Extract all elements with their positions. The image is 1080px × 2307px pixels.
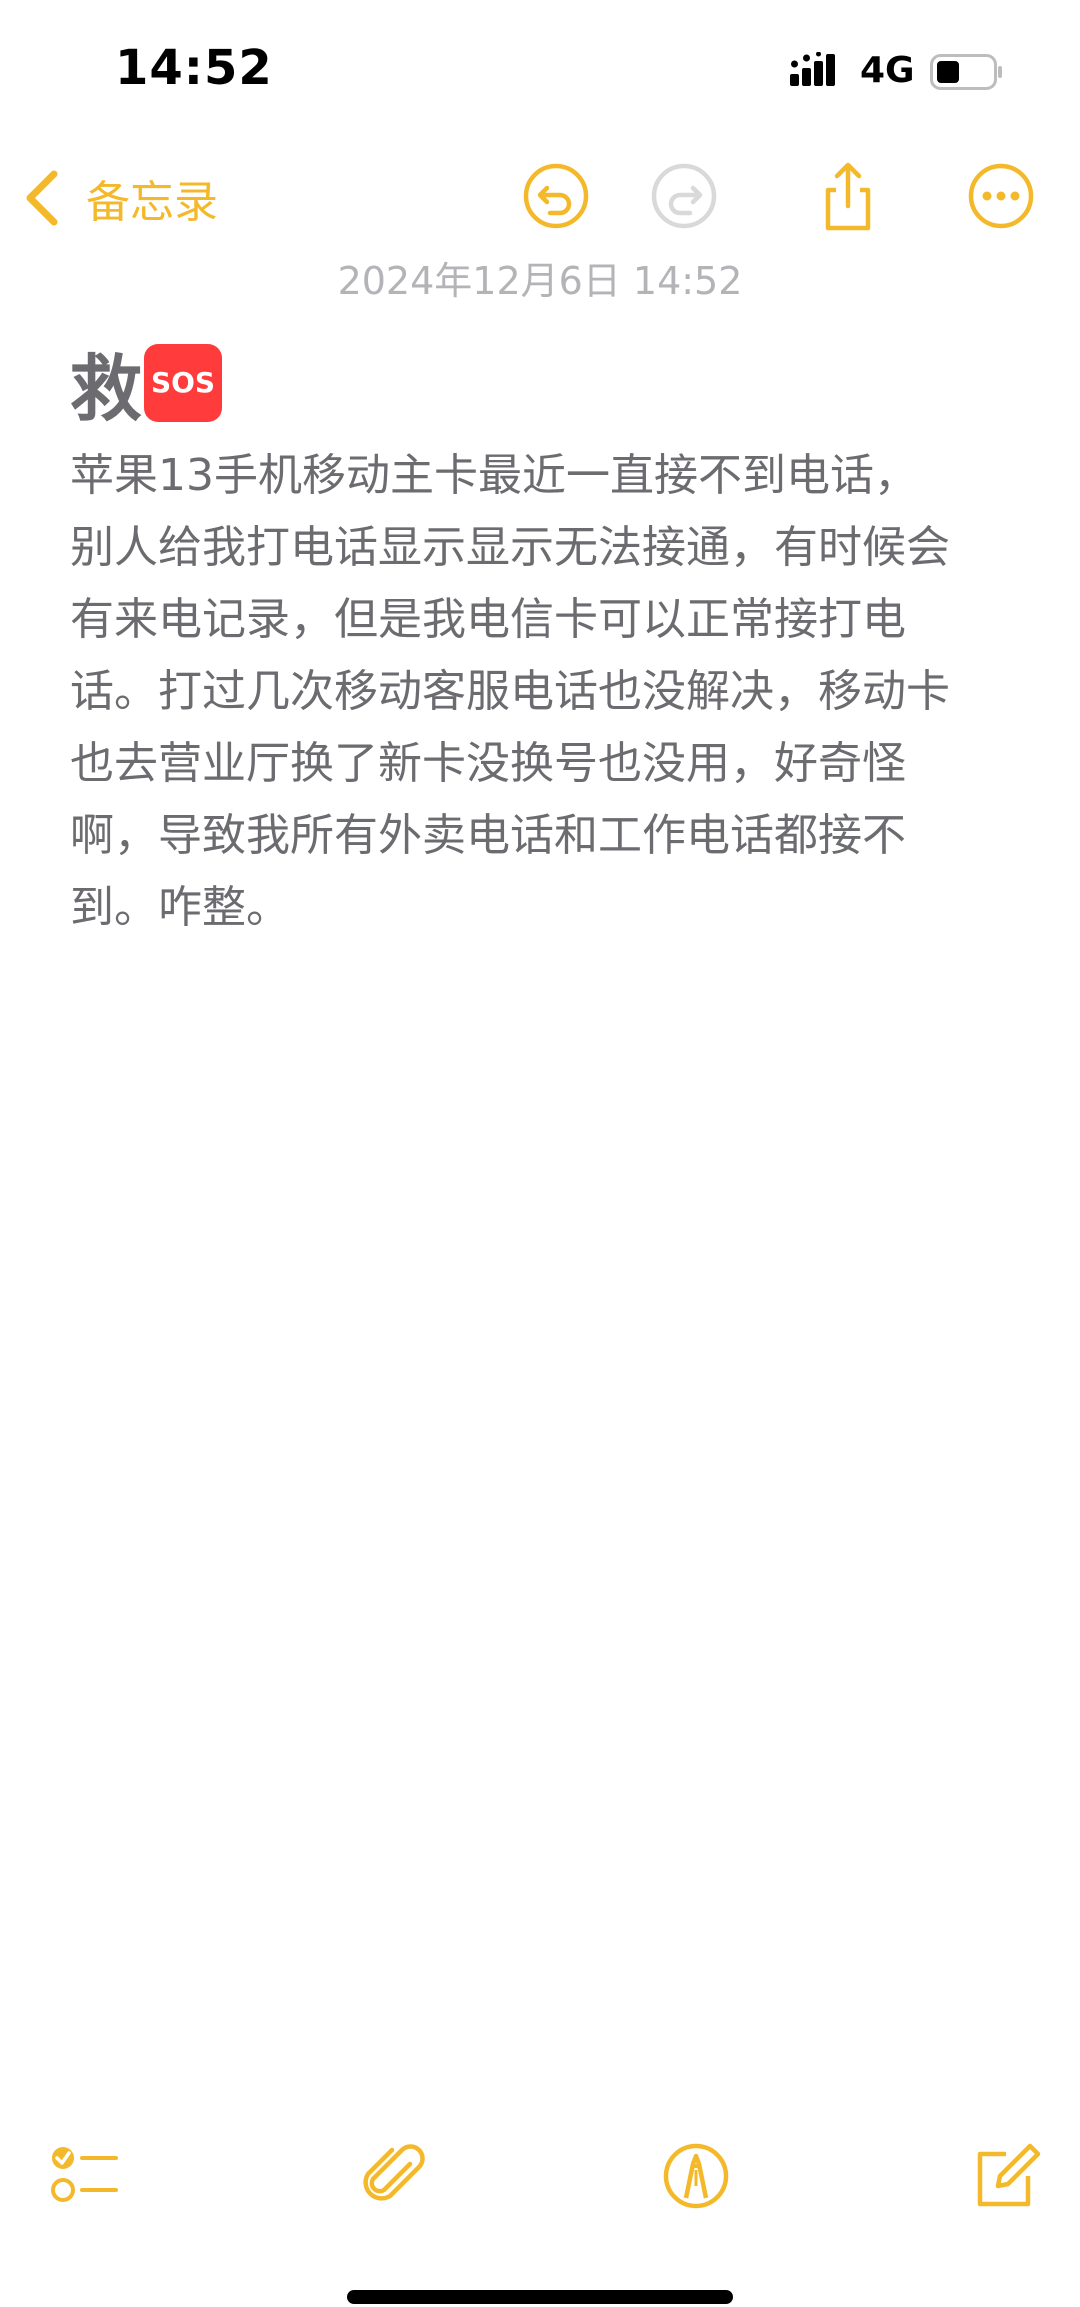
redo-icon[interactable] <box>648 160 720 232</box>
cellular-signal-icon <box>790 52 835 86</box>
bottom-toolbar <box>0 2140 1080 2230</box>
status-bar: 14:52 4G <box>0 0 1080 140</box>
checklist-icon[interactable] <box>50 2140 122 2212</box>
note-title: 救 <box>70 347 143 431</box>
more-icon[interactable] <box>965 160 1037 232</box>
note-date: 2024年12月6日 14:52 <box>337 259 743 303</box>
back-label: 备忘录 <box>86 177 218 228</box>
markup-pen-icon[interactable] <box>660 2140 732 2212</box>
chevron-left-icon <box>26 170 58 226</box>
undo-icon[interactable] <box>520 160 592 232</box>
back-button[interactable]: 备忘录 <box>22 158 218 238</box>
paperclip-icon[interactable] <box>358 2140 430 2212</box>
home-indicator[interactable] <box>347 2290 733 2304</box>
network-type: 4G <box>860 50 915 91</box>
sos-emoji: SOS <box>144 343 223 422</box>
note-title-line[interactable]: 救 SOS <box>70 330 223 435</box>
status-time: 14:52 <box>115 40 273 96</box>
note-body[interactable]: 苹果13手机移动主卡最近一直接不到电话， 别人给我打电话显示显示无法接通，有时候… <box>70 440 1020 944</box>
battery-icon <box>930 54 1002 90</box>
share-icon[interactable] <box>812 160 884 232</box>
compose-icon[interactable] <box>970 2140 1042 2212</box>
